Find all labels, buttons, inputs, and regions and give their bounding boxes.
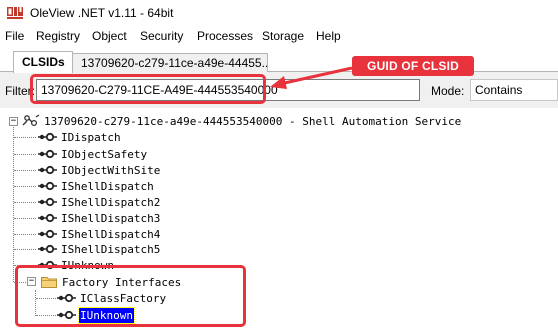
collapse-toggle[interactable]: −: [27, 277, 36, 286]
guid-callout-label: GUID OF CLSID: [352, 56, 474, 76]
interface-icon: [38, 260, 57, 270]
tree-node-interface[interactable]: IShellDispatch5: [38, 241, 161, 257]
menu-security[interactable]: Security: [140, 29, 183, 43]
interface-icon: [57, 310, 76, 320]
interface-label: IShellDispatch5: [61, 242, 161, 256]
tree-node-factory-interface[interactable]: IClassFactory: [57, 290, 167, 306]
tree-node-interface[interactable]: IObjectSafety: [38, 146, 148, 162]
interface-label: IShellDispatch4: [61, 227, 161, 241]
selected-interface-label: IUnknown: [78, 306, 135, 324]
interface-label: IShellDispatch2: [61, 195, 161, 209]
filter-label: Filter:: [5, 84, 35, 98]
callout-arrow: [270, 66, 353, 89]
mode-label: Mode:: [431, 84, 465, 98]
oleview-app-icon: [7, 7, 23, 19]
tab-clsid-detail[interactable]: 13709620-c279-11ce-a49e-44455...: [72, 53, 268, 72]
tree-node-interface[interactable]: IObjectWithSite: [38, 162, 161, 178]
interface-icon: [38, 165, 57, 175]
interface-label: IUnknown: [61, 258, 114, 272]
tree-node-factory-interface[interactable]: IUnknown: [57, 306, 135, 324]
interface-icon: [38, 181, 57, 191]
interface-icon: [38, 244, 57, 254]
interface-label: IShellDispatch3: [61, 211, 161, 225]
tree-node-interface[interactable]: IUnknown: [38, 257, 115, 273]
menu-storage[interactable]: Storage: [262, 29, 304, 43]
tree-node-interface[interactable]: IShellDispatch4: [38, 226, 161, 242]
tree-node-interface[interactable]: IShellDispatch: [38, 178, 155, 194]
clsid-tree[interactable]: − 13709620-c279-11ce-a49e-444553540000 -…: [0, 108, 558, 333]
tree-node-interface[interactable]: IShellDispatch3: [38, 210, 161, 226]
interface-icon: [38, 132, 57, 142]
tree-node-factory-folder[interactable]: Factory Interfaces: [41, 274, 182, 290]
interface-label: IDispatch: [61, 130, 121, 144]
coclass-icon: [22, 114, 40, 127]
menu-help[interactable]: Help: [316, 29, 341, 43]
factory-interface-label: IClassFactory: [80, 291, 167, 305]
interface-icon: [38, 213, 57, 223]
menu-bar: File Registry Object Security Processes …: [0, 26, 558, 47]
folder-icon: [41, 277, 57, 288]
title-bar: OleView .NET v1.11 - 64bit: [0, 0, 558, 26]
menu-processes[interactable]: Processes: [197, 29, 253, 43]
tree-node-interface[interactable]: IDispatch: [38, 129, 122, 145]
menu-file[interactable]: File: [5, 29, 24, 43]
factory-folder-label: Factory Interfaces: [62, 275, 182, 289]
filter-input[interactable]: [36, 79, 420, 101]
tree-node-interface[interactable]: IShellDispatch2: [38, 194, 161, 210]
interface-label: IShellDispatch: [61, 179, 154, 193]
window-title: OleView .NET v1.11 - 64bit: [30, 6, 174, 20]
mode-select[interactable]: Contains: [470, 79, 558, 101]
interface-icon: [38, 149, 57, 159]
tab-clsids[interactable]: CLSIDs: [13, 51, 73, 73]
menu-object[interactable]: Object: [92, 29, 127, 43]
interface-label: IObjectWithSite: [61, 163, 161, 177]
collapse-toggle[interactable]: −: [9, 117, 18, 126]
menu-registry[interactable]: Registry: [36, 29, 80, 43]
root-label: 13709620-c279-11ce-a49e-444553540000 - S…: [44, 114, 462, 128]
interface-icon: [38, 197, 57, 207]
interface-icon: [38, 229, 57, 239]
interface-icon: [57, 293, 76, 303]
interface-label: IObjectSafety: [61, 147, 148, 161]
tree-node-root[interactable]: 13709620-c279-11ce-a49e-444553540000 - S…: [22, 113, 462, 129]
